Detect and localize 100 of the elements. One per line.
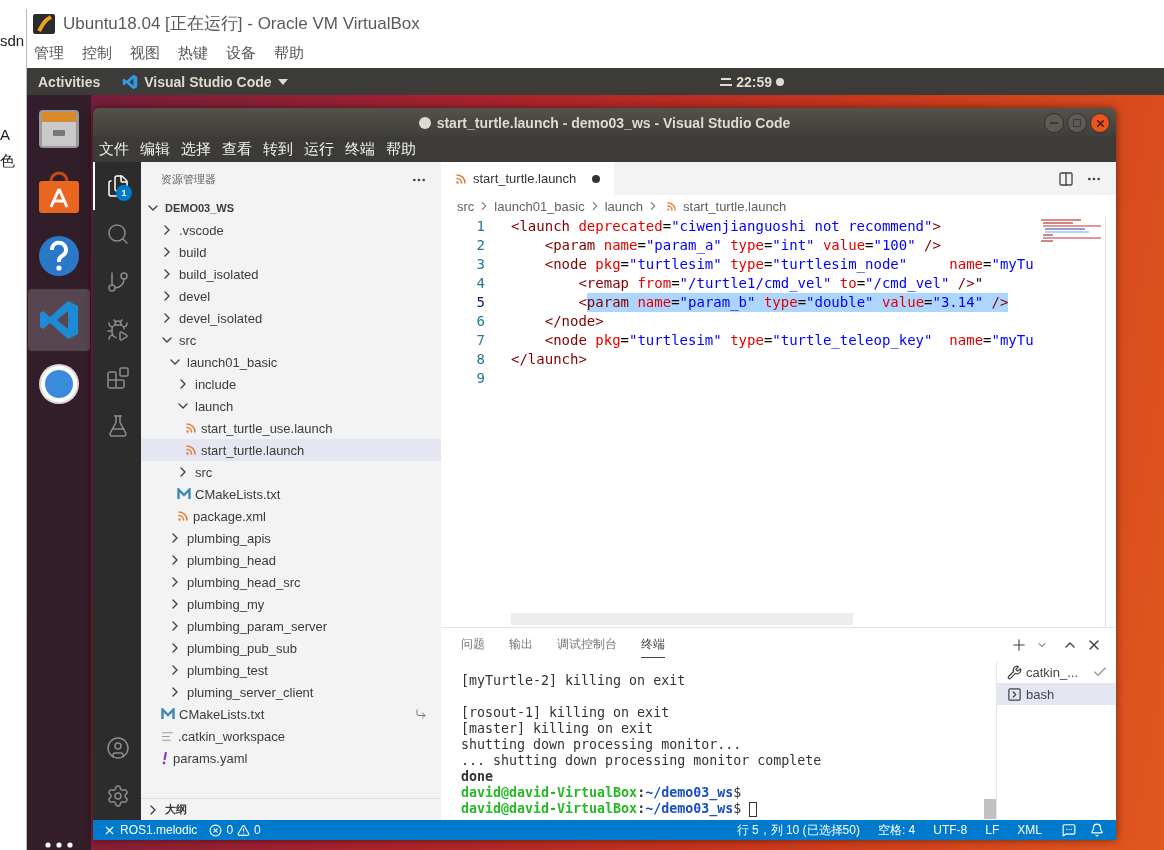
shopping-bag-icon [37, 169, 81, 215]
app-menu-label[interactable]: Visual Studio Code [144, 73, 272, 90]
tree-item[interactable]: plumbing_test [141, 659, 441, 681]
tree-item[interactable]: plumbing_head [141, 549, 441, 571]
tree-item[interactable]: CMakeLists.txt [141, 483, 441, 505]
remote-status[interactable]: ROS1.melodic [93, 823, 204, 837]
breadcrumb[interactable]: launch [604, 198, 643, 214]
help-icon [37, 234, 81, 278]
exclamation-icon [161, 751, 169, 765]
flask-icon [106, 414, 130, 438]
bell-icon[interactable] [1090, 823, 1104, 837]
menu-item[interactable]: 查看 [222, 140, 252, 159]
tree-item[interactable]: build_isolated [141, 263, 441, 285]
tree-item[interactable]: params.yaml [141, 747, 441, 769]
tree-item[interactable]: build [141, 241, 441, 263]
tree-item[interactable]: plumbing_pub_sub [141, 637, 441, 659]
feedback-icon[interactable] [1062, 823, 1076, 837]
clock[interactable]: 22:59 [736, 73, 772, 90]
problems-status[interactable]: 0 0 [203, 823, 267, 837]
menu-item[interactable]: 视图 [130, 43, 160, 63]
tree-item[interactable]: plumbing_my [141, 593, 441, 615]
menu-item[interactable]: 控制 [82, 43, 112, 63]
breadcrumb[interactable]: start_turtle.launch [683, 198, 787, 214]
tree-item[interactable]: start_turtle.launch [141, 439, 441, 461]
panel-tab[interactable]: 问题 [461, 631, 485, 658]
editor-tab[interactable]: start_turtle.launch [441, 162, 615, 195]
menu-item[interactable]: 管理 [34, 43, 64, 63]
search-icon [106, 222, 130, 246]
terminal-tab[interactable]: bash [997, 683, 1116, 705]
panel-tab[interactable]: 调试控制台 [557, 631, 617, 658]
m-shape-icon [177, 488, 191, 500]
settings-icon [106, 784, 130, 808]
warning-icon [237, 823, 251, 837]
count-badge: 1 [116, 185, 132, 201]
minimize-icon [1050, 122, 1058, 124]
menu-item[interactable]: 设备 [226, 43, 256, 63]
status-item[interactable]: 空格: 4 [871, 821, 922, 839]
tree-item[interactable]: plumbing_param_server [141, 615, 441, 637]
window-title: Ubuntu18.04 [正在运行] - Oracle VM VirtualBox [63, 13, 420, 35]
tree-item[interactable]: src [141, 461, 441, 483]
tree-item[interactable]: devel_isolated [141, 307, 441, 329]
split-editor-icon[interactable] [1058, 170, 1074, 187]
app-logo-icon [33, 13, 55, 34]
terminal-tab[interactable]: catkin_... [997, 661, 1116, 683]
terminal-line: ... shutting down processing monitor complete [461, 753, 823, 769]
activities-button[interactable]: Activities [38, 73, 101, 90]
code-line: < [577, 293, 587, 312]
tree-item[interactable]: devel [141, 285, 441, 307]
line-number: 1 [476, 217, 485, 236]
tree-item[interactable]: src [141, 329, 441, 351]
terminal-line: done [461, 769, 495, 785]
tree-item[interactable]: start_turtle_use.launch [141, 417, 441, 439]
tree-item[interactable]: .vscode [141, 219, 441, 241]
run-debug-icon [106, 318, 130, 342]
panel-tab[interactable]: 输出 [509, 631, 533, 658]
line-number: 4 [476, 274, 485, 293]
code-line: <remap from="/turtle1/cmd_vel" to="/cmd_vel" />" [577, 274, 984, 293]
tree-item[interactable]: plumbing_head_src [141, 571, 441, 593]
menu-item[interactable]: 转到 [263, 140, 293, 159]
menu-item[interactable]: 运行 [304, 140, 334, 159]
app-grid-icon[interactable] [45, 842, 73, 848]
breadcrumb[interactable]: src [457, 198, 475, 214]
tree-item[interactable]: package.xml [141, 505, 441, 527]
menu-item[interactable]: 终端 [345, 140, 375, 159]
code-line: <launch deprecated="ciwenjianguoshi not recommend"> [511, 217, 941, 236]
menu-item[interactable]: 帮助 [386, 140, 416, 159]
lines-icon [720, 76, 733, 87]
tree-item[interactable]: CMakeLists.txt [141, 703, 441, 725]
tree-item[interactable]: .catkin_workspace [141, 725, 441, 747]
line-number: 9 [476, 369, 485, 388]
line-number: 2 [476, 236, 485, 255]
tree-item[interactable]: launch [141, 395, 441, 417]
menu-item[interactable]: 选择 [181, 140, 211, 159]
menu-item[interactable]: 编辑 [140, 140, 170, 159]
menu-item[interactable]: 帮助 [274, 43, 304, 63]
status-item[interactable]: 行 5，列 10 (已选择50) [730, 821, 866, 839]
close-icon [1094, 117, 1106, 129]
breadcrumb[interactable]: launch01_basic [494, 198, 585, 214]
folder-header[interactable]: DEMO03_WS [141, 197, 441, 219]
status-item[interactable]: XML [1011, 823, 1048, 837]
lines-icon [161, 729, 174, 743]
code-line: </node> [543, 312, 604, 331]
scrollbar[interactable] [984, 799, 996, 819]
panel-tab[interactable]: 终端 [641, 631, 665, 658]
status-item[interactable]: UTF-8 [927, 823, 974, 837]
menu-item[interactable]: 文件 [99, 140, 129, 159]
menu-item[interactable]: 热键 [178, 43, 208, 63]
close-button[interactable] [1090, 113, 1110, 133]
selected-code: param name="param_b" type="double" value="3.14" /> [586, 293, 1009, 312]
status-item[interactable]: LF [979, 823, 1006, 837]
code-editor-icon [122, 73, 139, 90]
code-line: </launch> [511, 350, 587, 369]
m-shape-icon [161, 708, 175, 720]
branch-icon [106, 270, 130, 294]
tree-item[interactable]: launch01_basic [141, 351, 441, 373]
tree-item[interactable]: include [141, 373, 441, 395]
tree-item[interactable]: plumbing_apis [141, 527, 441, 549]
account-icon [106, 736, 130, 760]
tree-item[interactable]: pluming_server_client [141, 681, 441, 703]
files-icon [106, 174, 130, 198]
